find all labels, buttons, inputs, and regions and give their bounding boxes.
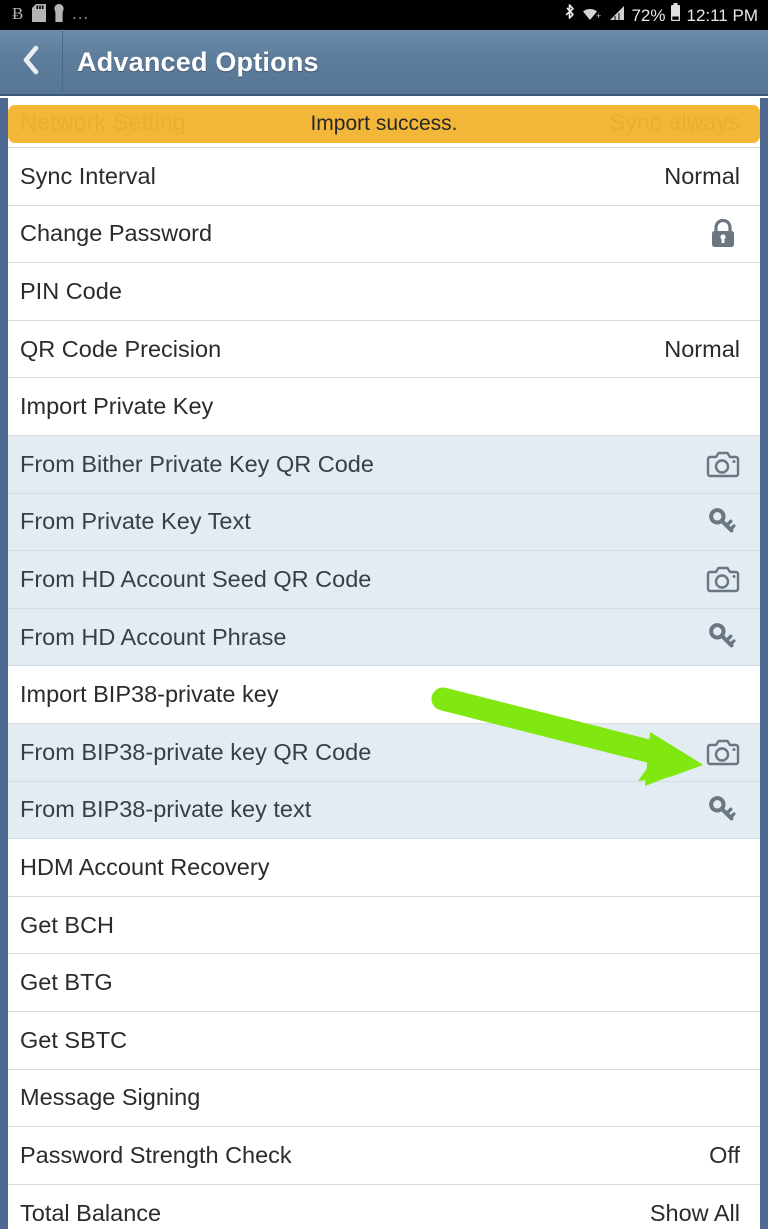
list-item-label: Import BIP38-private key [20,681,279,708]
list-item[interactable]: Get BTG [8,954,760,1012]
settings-list: Network SettingSync alwaysSync IntervalN… [8,98,760,1229]
battery-percent-label: 72% [631,5,666,25]
list-item-label: Change Password [20,220,213,247]
page-title: Advanced Options [77,46,319,77]
list-item[interactable]: From HD Account Seed QR Code [8,551,760,609]
svg-text:Ƀ: Ƀ [12,4,23,22]
lock-icon[interactable] [706,217,740,251]
list-item[interactable]: Import Private Key [8,378,760,436]
list-item-label: PIN Code [20,277,122,304]
status-bar-left-icons: Ƀ ... [12,3,90,27]
chevron-left-icon [20,44,42,81]
wifi-icon: + [581,3,603,27]
list-item[interactable]: HDM Account Recovery [8,839,760,897]
camera-icon[interactable] [706,735,740,769]
list-item[interactable]: From BIP38-private key QR Code [8,723,760,782]
status-bar-right-icons: + 72% 12:11 PM [563,3,758,27]
list-item[interactable]: Get SBTC [8,1011,760,1070]
toast-notification: Import success. [8,105,760,143]
list-item[interactable]: PIN Code [8,263,760,321]
list-item-label: HDM Account Recovery [20,853,270,880]
list-item-label: From HD Account Seed QR Code [20,565,372,592]
list-item-value: Normal [664,162,740,189]
list-item[interactable]: Total Balance Show All [8,1184,760,1229]
list-item-label: Message Signing [20,1084,201,1111]
list-item-label: From BIP38-private key text [20,796,312,823]
list-item-label: Get BTG [20,969,113,996]
list-item[interactable]: Password Strength Check Off [8,1127,760,1185]
cell-signal-icon [608,3,626,27]
list-item-label: Password Strength Check [20,1141,292,1168]
list-item-value: Off [709,1141,740,1168]
list-item[interactable]: From Private Key Text [8,493,760,552]
list-item[interactable]: Get BCH [8,896,760,955]
key-icon[interactable] [706,505,740,539]
list-item-label: QR Code Precision [20,335,222,362]
bluetooth-icon [563,3,576,27]
phone-screen: Ƀ ... + 72% 12:11 PM Advanced Options Sy… [0,0,768,1229]
app-bar: Advanced Options [0,29,768,96]
battery-icon [670,3,681,27]
list-item-label: From BIP38-private key QR Code [20,738,372,765]
clock-label: 12:11 PM [686,5,758,25]
list-item-value: Show All [649,1199,740,1226]
toast-message: Import success. [310,112,458,135]
list-item-label: From Private Key Text [20,508,251,535]
camera-icon[interactable] [706,447,740,481]
camera-icon[interactable] [706,562,740,596]
status-overflow-dots: ... [72,3,90,23]
back-button[interactable] [0,29,63,95]
key-icon[interactable] [706,620,740,654]
list-item[interactable]: Sync Interval Normal [8,148,760,206]
list-item[interactable]: From BIP38-private key text [8,781,760,840]
list-item-label: Sync Interval [20,162,156,189]
list-item[interactable]: Change Password [8,205,760,264]
list-item-label: Import Private Key [20,393,214,420]
list-item-value: Normal [664,335,740,362]
list-item[interactable]: From Bither Private Key QR Code [8,435,760,494]
list-item-label: Get BCH [20,911,115,938]
list-item-label: Get SBTC [20,1026,128,1053]
list-item[interactable]: QR Code Precision Normal [8,320,760,379]
status-bar: Ƀ ... + 72% 12:11 PM [0,0,768,30]
sd-card-icon [32,3,46,27]
key-icon[interactable] [706,793,740,827]
list-item-label: Total Balance [20,1199,162,1226]
list-item[interactable]: From HD Account Phrase [8,608,760,667]
list-item[interactable]: Import BIP38-private key [8,666,760,724]
bitcoin-icon: Ƀ [12,4,25,27]
list-item-label: From Bither Private Key QR Code [20,450,374,477]
key-person-icon [53,3,65,27]
list-item-label: From HD Account Phrase [20,623,287,650]
settings-list-container[interactable]: Network SettingSync alwaysSync IntervalN… [0,98,768,1229]
svg-text:+: + [596,11,601,21]
list-item[interactable]: Message Signing [8,1069,760,1128]
